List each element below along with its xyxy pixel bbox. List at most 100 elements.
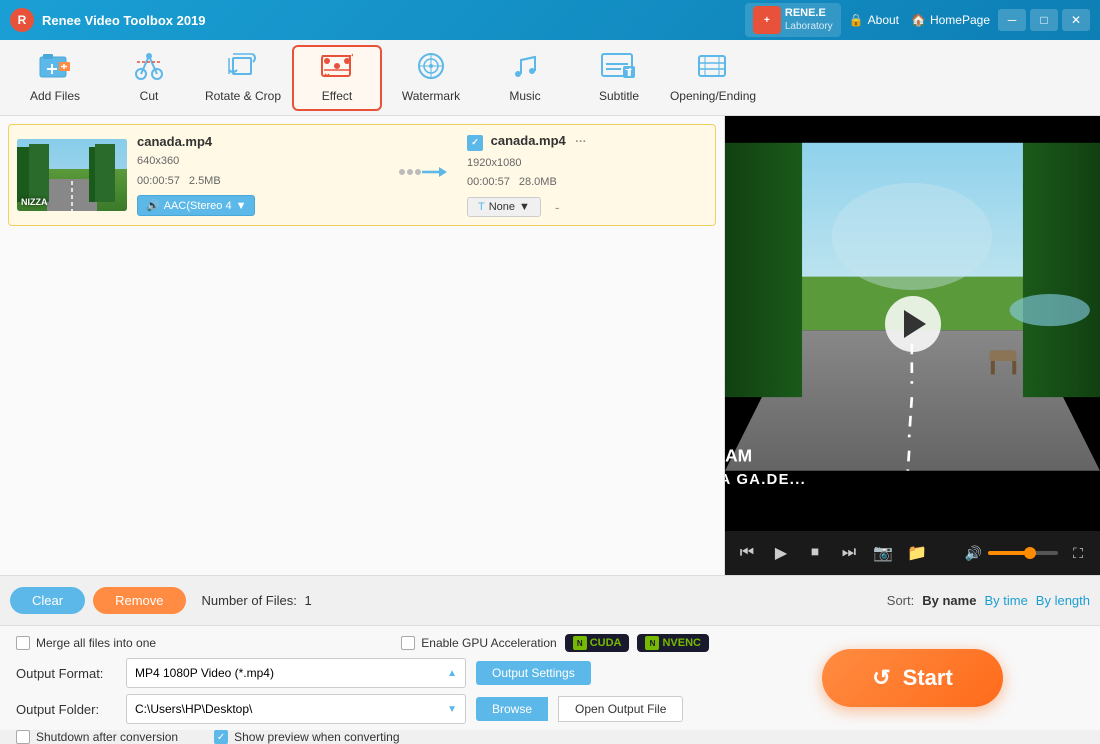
video-preview: 11:30AM NIZZA GA.DE...: [725, 116, 1100, 531]
app-title: Renee Video Toolbox 2019: [42, 13, 206, 28]
input-file-name: canada.mp4: [137, 134, 377, 149]
cuda-badge: N CUDA: [565, 634, 630, 652]
output-folder-input[interactable]: C:\Users\HP\Desktop\ ▼: [126, 694, 466, 724]
output-duration: 00:00:57: [467, 176, 510, 188]
format-value: MP4 1080P Video (*.mp4): [135, 666, 274, 680]
preview-area: 11:30AM NIZZA GA.DE... ⏮ ▶ ⏹ ⏭ 📷 📁 🔊: [725, 116, 1100, 575]
music-label: Music: [509, 89, 540, 103]
homepage-link[interactable]: 🏠 HomePage: [911, 13, 990, 27]
start-refresh-icon: ↺: [872, 665, 890, 691]
skip-end-button[interactable]: ⏭: [835, 539, 863, 567]
stop-button[interactable]: ⏹: [801, 539, 829, 567]
output-badge: ✓: [467, 135, 483, 151]
input-size: 2.5MB: [189, 175, 221, 187]
format-dropdown-icon: ▲: [447, 668, 457, 679]
audio-dropdown-icon: ▼: [236, 200, 247, 212]
clear-button[interactable]: Clear: [10, 587, 85, 614]
minimize-button[interactable]: ─: [998, 9, 1026, 31]
add-files-icon: [39, 52, 71, 85]
toolbar-effect[interactable]: ✦ Effect: [292, 45, 382, 111]
music-icon: [509, 52, 541, 85]
opening-ending-label: Opening/Ending: [670, 89, 756, 103]
output-format-select[interactable]: MP4 1080P Video (*.mp4) ▲: [126, 658, 466, 688]
audio-select-button[interactable]: 🔊 AAC(Stereo 4 ▼: [137, 195, 255, 216]
file-count-text: Number of Files:: [202, 593, 297, 608]
homepage-label: HomePage: [930, 13, 990, 27]
file-thumbnail: NIZZA: [17, 139, 127, 211]
settings-row-1: Merge all files into one Enable GPU Acce…: [16, 634, 709, 652]
maximize-button[interactable]: □: [1030, 9, 1058, 31]
gpu-acceleration-checkbox[interactable]: Enable GPU Acceleration: [401, 636, 556, 650]
toolbar-watermark[interactable]: Watermark: [386, 45, 476, 111]
main-toolbar: Add Files Cut: [0, 40, 1100, 116]
volume-slider[interactable]: [988, 551, 1058, 555]
snapshot-button[interactable]: 📷: [869, 539, 897, 567]
shutdown-checkbox-icon: [16, 730, 30, 744]
rotate-crop-label: Rotate & Crop: [205, 89, 281, 103]
output-size: 28.0MB: [519, 176, 557, 188]
main-content: NIZZA canada.mp4 640x360 00:00:57 2.5MB …: [0, 116, 1100, 575]
close-button[interactable]: ✕: [1062, 9, 1090, 31]
watermark-label: Watermark: [402, 89, 460, 103]
settings-row-4: Shutdown after conversion ✓ Show preview…: [16, 730, 709, 744]
toolbar-rotate-crop[interactable]: Rotate & Crop: [198, 45, 288, 111]
brand-text: RENE.E Laboratory: [785, 7, 833, 32]
merge-files-checkbox[interactable]: Merge all files into one: [16, 636, 156, 650]
play-pause-button[interactable]: ▶: [767, 539, 795, 567]
svg-text:11:30AM: 11:30AM: [725, 445, 752, 465]
about-link[interactable]: 🔒 About: [849, 13, 899, 27]
output-settings-button[interactable]: Output Settings: [476, 661, 591, 685]
output-name: canada.mp4: [491, 133, 566, 148]
input-duration: 00:00:57: [137, 175, 180, 187]
preview-checkbox[interactable]: ✓ Show preview when converting: [214, 730, 399, 744]
output-dash: -: [555, 199, 560, 215]
toolbar-cut[interactable]: Cut: [104, 45, 194, 111]
remove-button[interactable]: Remove: [93, 587, 185, 614]
file-list-area: NIZZA canada.mp4 640x360 00:00:57 2.5MB …: [0, 116, 725, 575]
start-label: Start: [903, 665, 953, 691]
sort-by-time-button[interactable]: By time: [984, 593, 1027, 608]
skip-start-button[interactable]: ⏮: [733, 539, 761, 567]
shutdown-checkbox[interactable]: Shutdown after conversion: [16, 730, 178, 744]
format-select-wrapper: MP4 1080P Video (*.mp4) ▲: [126, 658, 466, 688]
cut-icon: [133, 52, 165, 85]
open-output-button[interactable]: Open Output File: [558, 696, 683, 722]
cuda-label: CUDA: [590, 637, 622, 649]
nvenc-badge: N NVENC: [637, 634, 709, 652]
opening-ending-icon: [697, 52, 729, 85]
output-format-row: Output Format: MP4 1080P Video (*.mp4) ▲…: [16, 658, 709, 688]
sort-by-name-button[interactable]: By name: [922, 593, 976, 608]
toolbar-opening-ending[interactable]: Opening/Ending: [668, 45, 758, 111]
output-duration-size: 00:00:57 28.0MB: [467, 173, 707, 193]
folder-button[interactable]: 📁: [903, 539, 931, 567]
titlebar-left: R Renee Video Toolbox 2019: [10, 8, 206, 32]
lock-icon: 🔒: [849, 13, 864, 27]
add-files-label: Add Files: [30, 89, 80, 103]
home-icon: 🏠: [911, 13, 926, 27]
subtitle-T-icon: T: [478, 201, 485, 213]
subtitle-select-button[interactable]: T None ▼: [467, 197, 541, 217]
thumb-overlay: NIZZA: [21, 197, 48, 207]
play-triangle-icon: [904, 310, 926, 338]
preview-checkbox-icon: ✓: [214, 730, 228, 744]
sort-by-length-button[interactable]: By length: [1036, 593, 1090, 608]
volume-thumb: [1024, 547, 1036, 559]
play-button[interactable]: [885, 296, 941, 352]
svg-text:✦: ✦: [350, 52, 353, 60]
svg-text:NIZZA GA.DE...: NIZZA GA.DE...: [725, 472, 806, 488]
toolbar-add-files[interactable]: Add Files: [10, 45, 100, 111]
fullscreen-button[interactable]: ⛶: [1064, 539, 1092, 567]
browse-button[interactable]: Browse: [476, 697, 548, 721]
bottom-toolbar: Clear Remove Number of Files: 1 Sort: By…: [0, 575, 1100, 625]
convert-arrow-icon: [387, 157, 457, 194]
toolbar-subtitle[interactable]: T Subtitle: [574, 45, 664, 111]
start-button[interactable]: ↺ Start: [822, 649, 1003, 707]
toolbar-music[interactable]: Music: [480, 45, 570, 111]
start-section: ↺ Start: [725, 625, 1100, 730]
output-folder-row: Output Folder: C:\Users\HP\Desktop\ ▼ Br…: [16, 694, 709, 724]
gpu-label: Enable GPU Acceleration: [421, 636, 556, 650]
about-label: About: [868, 13, 899, 27]
nav-links: 🔒 About 🏠 HomePage: [849, 13, 990, 27]
brand-icon: +: [753, 6, 781, 34]
input-duration-size: 00:00:57 2.5MB: [137, 172, 377, 192]
